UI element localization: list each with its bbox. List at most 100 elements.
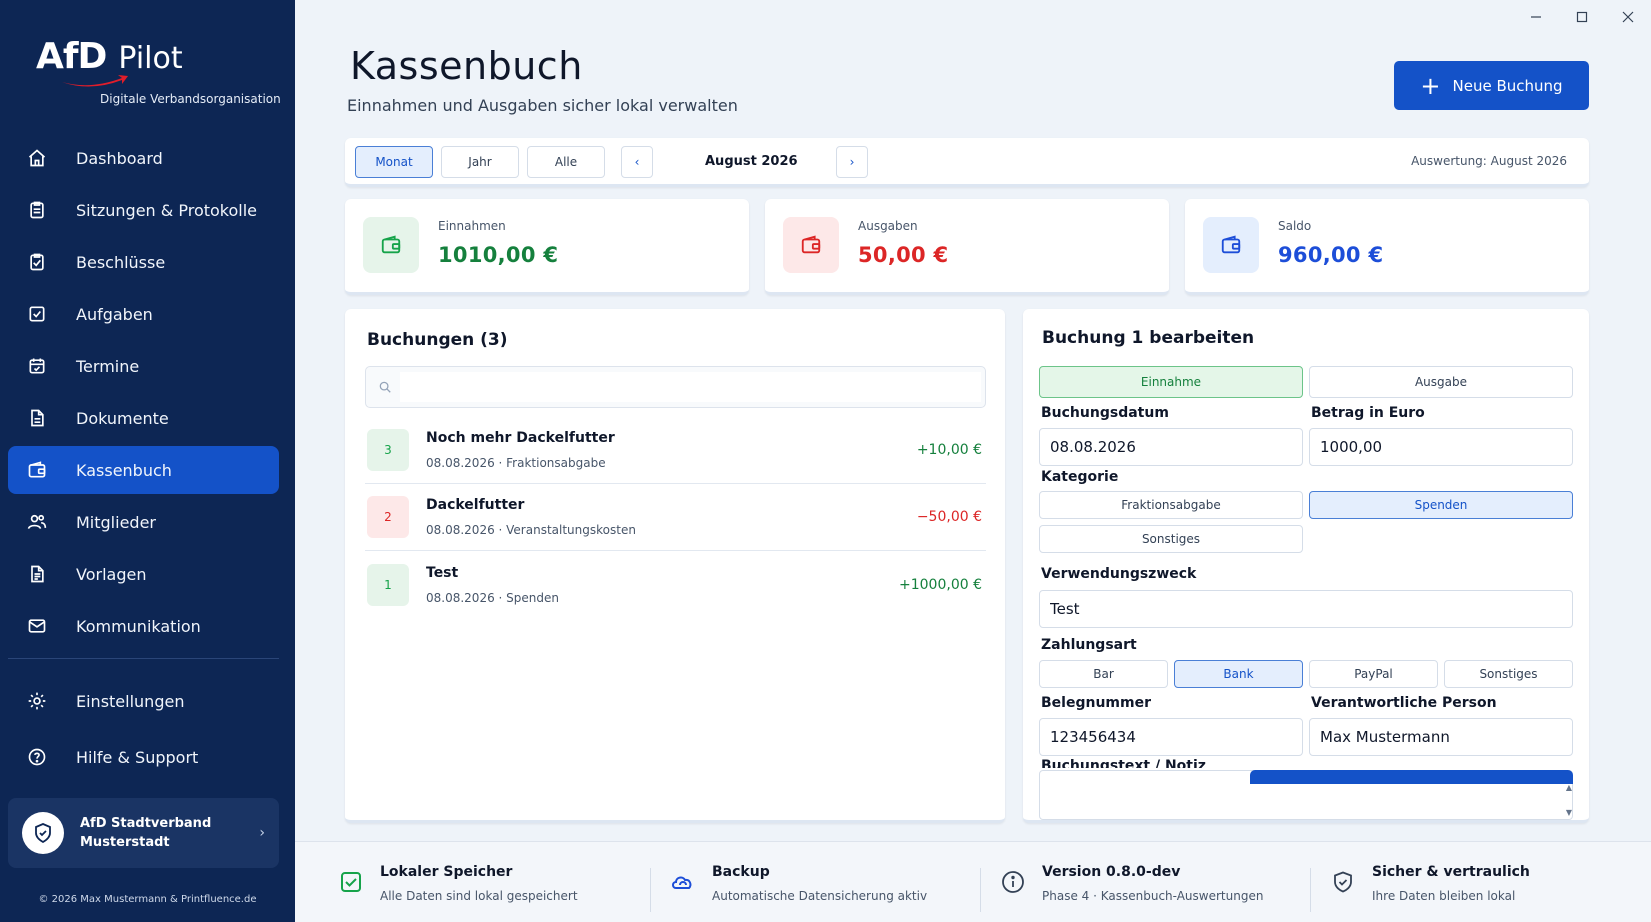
booking-title: Test bbox=[426, 564, 459, 581]
sidebar-item-aufgaben[interactable]: Aufgaben bbox=[8, 290, 279, 338]
edit-booking-panel: Buchung 1 bearbeiten Einnahme Ausgabe Bu… bbox=[1023, 309, 1589, 823]
footer-subtitle: Phase 4 · Kassenbuch-Auswertungen bbox=[1042, 889, 1264, 903]
person-field[interactable] bbox=[1309, 718, 1573, 756]
chevron-left-icon: ‹ bbox=[634, 155, 640, 169]
sidebar-item-label: Beschlüsse bbox=[76, 252, 166, 272]
sidebar-item-dokumente[interactable]: Dokumente bbox=[8, 394, 279, 442]
bookings-list: 3 Noch mehr Dackelfutter 08.08.2026 · Fr… bbox=[365, 417, 986, 618]
sidebar-item-beschluesse[interactable]: Beschlüsse bbox=[8, 238, 279, 286]
booking-row[interactable]: 2 Dackelfutter 08.08.2026 · Veranstaltun… bbox=[365, 484, 986, 551]
category-spenden[interactable]: Spenden bbox=[1309, 491, 1573, 519]
gear-icon bbox=[26, 690, 48, 712]
footer-title: Backup bbox=[712, 864, 770, 880]
booking-meta: 08.08.2026 · Fraktionsabgabe bbox=[426, 456, 606, 470]
filter-year-button[interactable]: Jahr bbox=[441, 146, 519, 178]
scrollbar[interactable]: ▲ ▼ bbox=[1563, 783, 1575, 817]
plus-icon: + bbox=[1420, 71, 1441, 100]
organization-switcher[interactable]: AfD Stadtverband Musterstadt › bbox=[8, 798, 279, 868]
wallet-icon bbox=[783, 217, 839, 273]
expenses-label: Ausgaben bbox=[858, 219, 918, 233]
booking-meta: 08.08.2026 · Veranstaltungskosten bbox=[426, 523, 636, 537]
expenses-summary-card: Ausgaben 50,00 € bbox=[765, 199, 1169, 295]
booking-amount: +1000,00 € bbox=[899, 576, 982, 593]
sidebar-item-kommunikation[interactable]: Kommunikation bbox=[8, 602, 279, 650]
close-icon[interactable] bbox=[1605, 8, 1651, 26]
sidebar-item-label: Hilfe & Support bbox=[76, 747, 199, 767]
receipt-label: Belegnummer bbox=[1041, 695, 1151, 711]
page-subtitle: Einnahmen und Ausgaben sicher lokal verw… bbox=[347, 96, 738, 115]
type-expense-toggle[interactable]: Ausgabe bbox=[1309, 366, 1573, 398]
booking-amount: −50,00 € bbox=[916, 509, 982, 525]
footer-security: Sicher & vertraulich Ihre Daten bleiben … bbox=[1330, 864, 1530, 903]
maximize-icon[interactable] bbox=[1559, 8, 1605, 26]
minimize-icon[interactable] bbox=[1513, 8, 1559, 26]
payment-bar[interactable]: Bar bbox=[1039, 660, 1168, 688]
edit-title: Buchung 1 bearbeiten bbox=[1042, 328, 1255, 348]
next-period-button[interactable]: › bbox=[836, 146, 868, 178]
booking-title: Dackelfutter bbox=[426, 497, 525, 513]
booking-row[interactable]: 3 Noch mehr Dackelfutter 08.08.2026 · Fr… bbox=[365, 417, 986, 484]
save-button[interactable] bbox=[1250, 770, 1573, 784]
logo-afd-text: AfD bbox=[36, 36, 107, 77]
footer-backup: Backup Automatische Datensicherung aktiv bbox=[670, 864, 927, 903]
payment-paypal[interactable]: PayPal bbox=[1309, 660, 1438, 688]
sidebar-item-einstellungen[interactable]: Einstellungen bbox=[8, 675, 279, 727]
footer-title: Lokaler Speicher bbox=[380, 864, 513, 880]
booking-id-badge: 1 bbox=[367, 563, 409, 606]
purpose-field[interactable] bbox=[1039, 590, 1573, 628]
sidebar-item-kassenbuch[interactable]: Kassenbuch bbox=[8, 446, 279, 494]
app-logo[interactable]: AfD Pilot Digitale Verbandsorganisation bbox=[36, 36, 281, 106]
shield-icon bbox=[1330, 869, 1356, 895]
period-filter-bar: Monat Jahr Alle ‹ August 2026 › Auswertu… bbox=[345, 138, 1589, 187]
sidebar-item-label: Vorlagen bbox=[76, 564, 147, 584]
check-square-icon bbox=[338, 869, 364, 895]
help-icon bbox=[26, 746, 48, 768]
scroll-up-icon: ▲ bbox=[1565, 783, 1573, 792]
income-label: Einnahmen bbox=[438, 219, 506, 233]
clipboard-icon bbox=[26, 199, 48, 221]
sidebar-item-label: Termine bbox=[76, 356, 140, 376]
amount-field[interactable] bbox=[1309, 428, 1573, 466]
sidebar-item-dashboard[interactable]: Dashboard bbox=[8, 134, 279, 182]
previous-period-button[interactable]: ‹ bbox=[621, 146, 653, 178]
category-fraktionsabgabe[interactable]: Fraktionsabgabe bbox=[1039, 491, 1303, 519]
home-icon bbox=[26, 147, 48, 169]
payment-bank[interactable]: Bank bbox=[1174, 660, 1303, 688]
template-icon bbox=[26, 563, 48, 585]
logo-swoosh-icon bbox=[62, 75, 128, 87]
booking-row[interactable]: 1 Test 08.08.2026 · Spenden +1000,00 € bbox=[365, 551, 986, 618]
footer-title: Version 0.8.0-dev bbox=[1042, 864, 1181, 880]
receipt-field[interactable] bbox=[1039, 718, 1303, 756]
balance-summary-card: Saldo 960,00 € bbox=[1185, 199, 1589, 295]
wallet-icon bbox=[26, 459, 48, 481]
filter-all-button[interactable]: Alle bbox=[527, 146, 605, 178]
footer-title: Sicher & vertraulich bbox=[1372, 864, 1530, 880]
window-controls bbox=[1513, 8, 1651, 26]
scroll-down-icon: ▼ bbox=[1565, 808, 1573, 817]
footer-local-storage: Lokaler Speicher Alle Daten sind lokal g… bbox=[338, 864, 578, 903]
sidebar-item-termine[interactable]: Termine bbox=[8, 342, 279, 390]
sidebar-item-sitzungen[interactable]: Sitzungen & Protokolle bbox=[8, 186, 279, 234]
sidebar-item-vorlagen[interactable]: Vorlagen bbox=[8, 550, 279, 598]
logo-subtitle: Digitale Verbandsorganisation bbox=[100, 92, 281, 106]
date-field[interactable] bbox=[1039, 428, 1303, 466]
booking-id-badge: 3 bbox=[367, 429, 409, 471]
new-booking-button[interactable]: + Neue Buchung bbox=[1394, 61, 1589, 110]
footer-divider bbox=[1310, 868, 1311, 912]
page-title: Kassenbuch bbox=[350, 44, 583, 88]
bookings-title: Buchungen (3) bbox=[367, 330, 508, 350]
payment-sonstiges[interactable]: Sonstiges bbox=[1444, 660, 1573, 688]
search-input[interactable] bbox=[400, 372, 981, 402]
chevron-right-icon: › bbox=[849, 155, 855, 169]
filter-month-button[interactable]: Monat bbox=[355, 146, 433, 178]
sidebar-item-hilfe[interactable]: Hilfe & Support bbox=[8, 731, 279, 783]
sidebar-item-label: Einstellungen bbox=[76, 691, 185, 711]
payment-label: Zahlungsart bbox=[1041, 637, 1137, 653]
sidebar-item-label: Dashboard bbox=[76, 148, 163, 168]
booking-search bbox=[365, 366, 986, 408]
type-income-toggle[interactable]: Einnahme bbox=[1039, 366, 1303, 398]
sidebar: AfD Pilot Digitale Verbandsorganisation … bbox=[0, 0, 295, 922]
sidebar-item-label: Dokumente bbox=[76, 408, 169, 428]
sidebar-item-mitglieder[interactable]: Mitglieder bbox=[8, 498, 279, 546]
category-sonstiges[interactable]: Sonstiges bbox=[1039, 525, 1303, 553]
